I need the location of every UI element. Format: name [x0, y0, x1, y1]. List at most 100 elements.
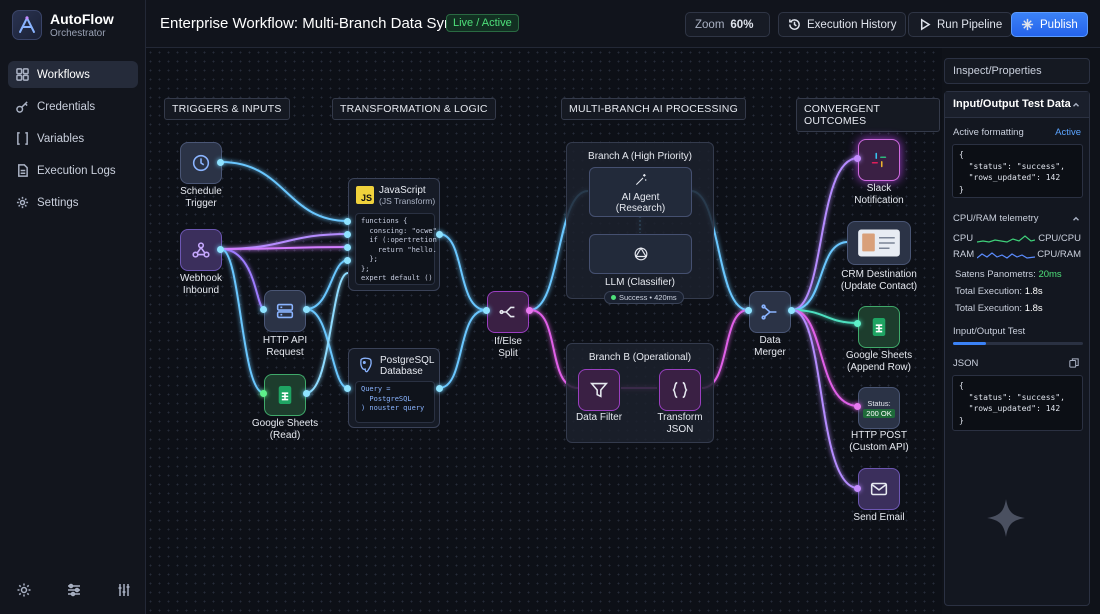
node-llm-classifier[interactable] [589, 234, 692, 274]
io-test-label: Input/Output Test [953, 326, 1026, 337]
node-label-gsheets-read: Google Sheets (Read) [251, 418, 319, 441]
code-line: PostgreSQL [361, 394, 412, 403]
split-icon [499, 306, 515, 318]
connector-dot[interactable] [303, 390, 310, 397]
node-javascript[interactable]: JS JavaScript (JS Transform) functions { … [348, 178, 440, 291]
node-label-crm: CRM Destination (Update Contact) [840, 269, 918, 292]
gear-icon[interactable] [16, 582, 32, 598]
code-line: if (:opertretion [361, 236, 437, 244]
io-test-progress [953, 342, 1083, 345]
connector-dot[interactable] [854, 485, 861, 492]
connector-dot[interactable] [217, 159, 224, 166]
node-data-merger[interactable] [749, 291, 791, 333]
sidebar-item-label: Execution Logs [37, 164, 116, 177]
chevron-up-icon[interactable] [1071, 214, 1081, 224]
node-label-webhook: Webhook Inbound [179, 273, 223, 296]
connector-dot[interactable] [344, 385, 351, 392]
run-pipeline-button[interactable]: Run Pipeline [908, 12, 1013, 37]
sidebar-item-variables[interactable]: Variables [8, 125, 138, 152]
app-subtitle: Orchestrator [50, 28, 106, 39]
node-ai-agent[interactable]: AI Agent (Research) [589, 167, 692, 217]
section-label-outcomes: CONVERGENT OUTCOMES [796, 98, 940, 132]
topbar: Enterprise Workflow: Multi-Branch Data S… [146, 0, 1100, 48]
code-line: }; [361, 255, 378, 263]
connector-dot[interactable] [303, 306, 310, 313]
postgresql-query-editor[interactable]: Query = PostgreSQL) nouster query [355, 381, 435, 423]
gear-icon [16, 196, 29, 209]
node-postgresql[interactable]: PostgreSQL Database Query = PostgreSQL) n… [348, 348, 440, 428]
node-label-schedule: Schedule Trigger [180, 186, 222, 209]
connector-dot[interactable] [260, 306, 267, 313]
node-google-sheets-append[interactable] [858, 306, 900, 348]
sidebar-item-execution-logs[interactable]: Execution Logs [8, 157, 138, 184]
connector-dot[interactable] [217, 246, 224, 253]
zoom-dropdown[interactable]: Zoom 60% [685, 12, 770, 37]
ram-value: CPU/RAM [1037, 249, 1081, 260]
workflow-canvas[interactable]: TRIGGERS & INPUTS TRANSFORMATION & LOGIC… [146, 48, 940, 614]
code-line: }; [361, 264, 370, 273]
connector-dot[interactable] [344, 244, 351, 251]
connector-dot[interactable] [526, 307, 533, 314]
history-icon [789, 19, 800, 30]
json-preview-top[interactable]: { "status": "success", "rows_updated": 1… [952, 144, 1083, 198]
clock-icon [192, 154, 210, 172]
sidebar-item-label: Variables [37, 132, 85, 145]
sidebar-bottom-tools [16, 582, 132, 598]
node-data-filter[interactable] [578, 369, 620, 411]
io-test-data-section-header[interactable]: Input/Output Test Data [945, 92, 1089, 118]
equalizer-icon[interactable] [116, 582, 132, 598]
openai-icon [634, 247, 647, 261]
node-http-post[interactable]: Status: 200 OK [858, 387, 900, 429]
connector-dot[interactable] [483, 307, 490, 314]
active-formatting-value[interactable]: Active [1055, 127, 1081, 138]
node-ifelse-split[interactable] [487, 291, 529, 333]
connector-dot[interactable] [854, 320, 861, 327]
key-icon [16, 101, 28, 113]
connector-dot[interactable] [436, 231, 443, 238]
run-pipeline-label: Run Pipeline [937, 18, 1003, 31]
connector-dot[interactable] [745, 307, 752, 314]
node-http-api[interactable] [264, 290, 306, 332]
connector-dot[interactable] [344, 218, 351, 225]
http-post-status-code: 200 OK [863, 408, 895, 418]
webhook-icon [192, 242, 210, 258]
connector-dot[interactable] [344, 257, 351, 264]
execution-history-button[interactable]: Execution History [778, 12, 907, 37]
node-google-sheets-read[interactable] [264, 374, 306, 416]
code-line: functions { [361, 217, 408, 225]
telemetry-title: CPU/RAM telemetry [953, 213, 1039, 224]
brand[interactable]: AutoFlow Orchestrator [12, 10, 114, 40]
connector-dot[interactable] [788, 307, 795, 314]
spreadsheet-icon [278, 385, 292, 405]
json-preview-bottom[interactable]: { "status": "success", "rows_updated": 1… [952, 375, 1083, 431]
section-label-ai: MULTI-BRANCH AI PROCESSING [561, 98, 746, 120]
connector-dot[interactable] [436, 385, 443, 392]
node-transform-json[interactable] [659, 369, 701, 411]
sidebar-nav: Workflows Credentials Variables Executio… [8, 61, 138, 221]
branch-a-container[interactable]: Branch A (High Priority) AI Agent (Resear… [566, 142, 714, 304]
workflow-title[interactable]: Enterprise Workflow: Multi-Branch Data S… [160, 15, 460, 32]
connector-dot[interactable] [854, 155, 861, 162]
connector-dot[interactable] [854, 403, 861, 410]
publish-button[interactable]: Publish [1011, 12, 1088, 37]
node-send-email[interactable] [858, 468, 900, 510]
node-schedule-trigger[interactable] [180, 142, 222, 184]
sidebar-item-credentials[interactable]: Credentials [8, 93, 138, 120]
section-label-transform: TRANSFORMATION & LOGIC [332, 98, 496, 120]
node-slack-notification[interactable] [858, 139, 900, 181]
javascript-code-editor[interactable]: functions { conscing: "ocwe" if (:opertr… [355, 213, 437, 285]
sidebar-item-workflows[interactable]: Workflows [8, 61, 138, 88]
connector-dot[interactable] [260, 390, 267, 397]
sliders-icon[interactable] [66, 582, 82, 598]
llm-status-pill: Success • 420ms [604, 291, 684, 304]
ram-label: RAM [953, 249, 975, 260]
sidebar: AutoFlow Orchestrator Workflows Credenti… [0, 0, 146, 614]
sidebar-item-settings[interactable]: Settings [8, 189, 138, 216]
slack-icon [871, 152, 887, 168]
copy-icon[interactable] [1069, 358, 1079, 368]
node-crm-destination[interactable] [847, 221, 911, 265]
cpu-sparkline [977, 235, 1035, 243]
node-webhook-inbound[interactable] [180, 229, 222, 271]
node-label-gsheets-append: Google Sheets (Append Row) [845, 350, 913, 373]
connector-dot[interactable] [344, 231, 351, 238]
